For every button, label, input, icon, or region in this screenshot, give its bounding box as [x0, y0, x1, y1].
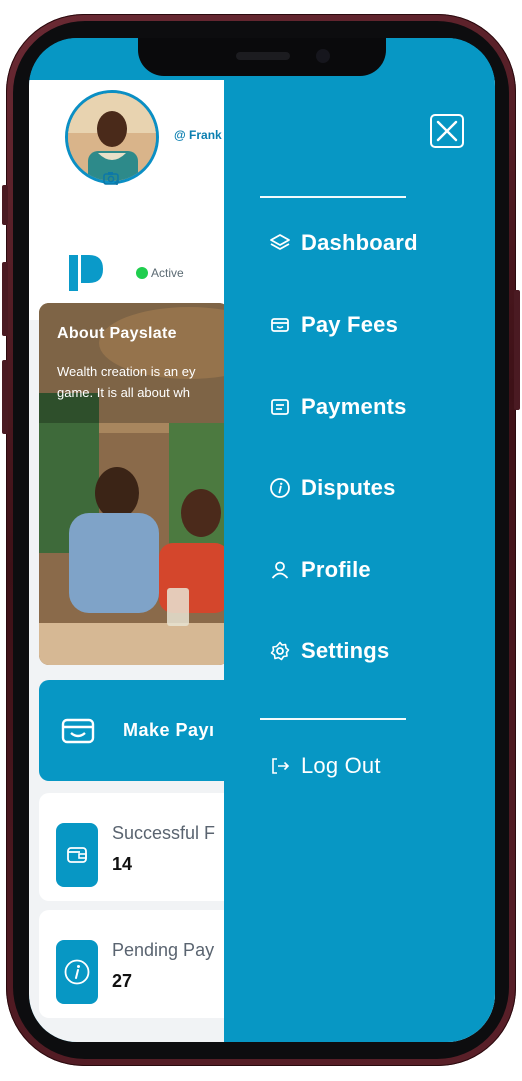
- menu-item-label: Payments: [301, 394, 407, 419]
- user-handle: @ Frank: [174, 128, 222, 142]
- camera-icon[interactable]: [101, 170, 123, 190]
- logout-icon: [272, 758, 290, 774]
- info-icon: [56, 940, 98, 1004]
- menu-item-label: Settings: [301, 638, 390, 663]
- successful-payments-card[interactable]: Successful F 14: [39, 793, 239, 901]
- about-card: About Payslate Wealth creation is an ey …: [39, 303, 229, 665]
- menu-item-profile[interactable]: Profile: [269, 557, 371, 583]
- menu-divider-top: [260, 196, 406, 198]
- user-icon: [271, 561, 289, 579]
- status-indicator: Active: [136, 266, 184, 280]
- status-label: Active: [151, 266, 184, 280]
- power-button: [514, 290, 520, 410]
- wallet-icon: [56, 823, 98, 887]
- menu-item-settings[interactable]: Settings: [269, 638, 389, 664]
- menu-item-logout[interactable]: Log Out: [269, 753, 381, 779]
- front-camera: [316, 49, 330, 63]
- phone-screen: @ Frank Active About Payslate Wealth cre…: [29, 38, 495, 1042]
- about-text: Wealth creation is an ey game. It is all…: [57, 364, 196, 400]
- nav-drawer: Dashboard Pay Fees Payments Disputes Pro…: [224, 38, 495, 1042]
- make-payment-label: Make Payı: [123, 720, 215, 740]
- menu-item-label: Pay Fees: [301, 312, 399, 337]
- stat-title: Pending Pay: [112, 940, 215, 960]
- menu-item-label: Profile: [301, 557, 371, 582]
- stat-value: 27: [112, 971, 133, 991]
- layers-icon: [270, 234, 290, 250]
- menu-item-label: Log Out: [301, 753, 381, 778]
- menu-item-label: Dashboard: [301, 230, 418, 255]
- volume-down-button: [2, 360, 8, 434]
- pending-payments-card[interactable]: Pending Pay 27: [39, 910, 239, 1018]
- side-button: [2, 185, 8, 225]
- menu-item-disputes[interactable]: Disputes: [269, 475, 396, 501]
- stat-title: Successful F: [112, 823, 216, 843]
- card-icon: [271, 318, 289, 332]
- make-payment-button[interactable]: Make Payı: [39, 680, 239, 781]
- info-icon: [270, 478, 290, 498]
- receipt-icon: [271, 399, 289, 415]
- status-dot: [136, 267, 148, 279]
- phone-notch: [138, 38, 386, 76]
- close-icon: [436, 120, 458, 142]
- volume-up-button: [2, 262, 8, 336]
- menu-item-dashboard[interactable]: Dashboard: [269, 230, 418, 256]
- menu-divider-bottom: [260, 718, 406, 720]
- close-button[interactable]: [430, 114, 464, 148]
- menu-item-label: Disputes: [301, 475, 396, 500]
- stat-value: 14: [112, 854, 133, 874]
- menu-item-payments[interactable]: Payments: [269, 394, 407, 420]
- about-photo: [39, 303, 229, 665]
- payslate-logo: [69, 253, 103, 298]
- menu-item-pay-fees[interactable]: Pay Fees: [269, 312, 398, 338]
- gear-icon: [270, 641, 290, 661]
- speaker-grille: [236, 52, 290, 60]
- about-title: About Payslate: [57, 325, 177, 342]
- card-icon: [61, 718, 95, 749]
